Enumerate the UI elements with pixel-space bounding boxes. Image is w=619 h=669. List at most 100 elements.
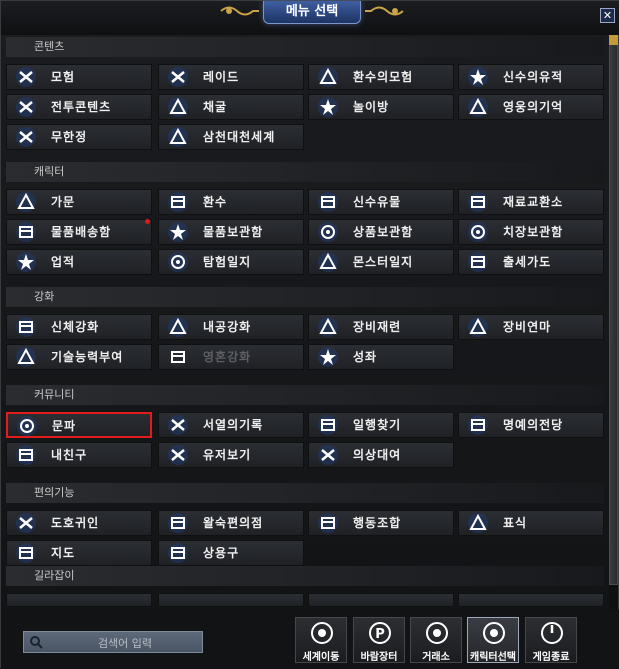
menu-item[interactable]: 표식: [458, 510, 604, 536]
menu-item-partial[interactable]: [6, 593, 152, 607]
menu-item[interactable]: 환수: [158, 189, 304, 215]
scroll-thumb[interactable]: [609, 35, 618, 585]
menu-item-label: 신수의유적: [503, 70, 564, 84]
quick-button-label: 거래소: [422, 652, 450, 663]
menu-item-label: 행동조합: [353, 516, 402, 530]
menu-item[interactable]: 신체강화: [6, 314, 152, 340]
search-input[interactable]: [48, 633, 202, 653]
menu-item[interactable]: 유저보기: [158, 442, 304, 468]
achievement-laurel-icon: [15, 251, 37, 273]
menu-item[interactable]: 명예의전당: [458, 412, 604, 438]
soul-enhance-icon: [167, 346, 189, 368]
menu-item[interactable]: 물품배송함: [6, 219, 152, 245]
guild-icon: [16, 415, 38, 437]
menu-item[interactable]: 무한정: [6, 124, 152, 150]
spirit-adventure-icon: [317, 66, 339, 88]
menu-item-label: 신수유물: [353, 195, 402, 209]
menu-item: 영혼강화: [158, 344, 304, 370]
menu-item-label: 신체강화: [51, 320, 100, 334]
menu-item[interactable]: 가문: [6, 189, 152, 215]
menu-item[interactable]: 상용구: [158, 540, 304, 566]
menu-item[interactable]: 물품보관함: [158, 219, 304, 245]
menu-item-label: 출세가도: [503, 255, 552, 269]
menu-window: 메뉴 선택 ✕ 콘텐츠모험 레이드 환수의모험 신수의유적전투콘텐츠 채굴 놀이방 영웅의기…: [0, 0, 619, 669]
quick-button[interactable]: 캐릭터선택: [467, 617, 519, 663]
spirit-beast-icon: [167, 191, 189, 213]
menu-item[interactable]: 문파: [6, 412, 152, 438]
menu-item[interactable]: 삼천대천세계: [158, 124, 304, 150]
menu-item[interactable]: 환수의모험: [308, 64, 454, 90]
menu-item[interactable]: 기술능력부여: [6, 344, 152, 370]
menu-item[interactable]: 놀이방: [308, 94, 454, 120]
mining-icon: [167, 96, 189, 118]
menu-item[interactable]: 서열의기록: [158, 412, 304, 438]
menu-item[interactable]: 행동조합: [308, 510, 454, 536]
menu-item[interactable]: 출세가도: [458, 249, 604, 275]
menu-item[interactable]: 내공강화: [158, 314, 304, 340]
menu-item-label: 지도: [51, 546, 76, 560]
menu-item-label: 표식: [503, 516, 528, 530]
dohogwiin-icon: [15, 512, 37, 534]
menu-item-label: 모험: [51, 70, 76, 84]
section-header: 콘텐츠: [6, 37, 604, 57]
menu-item[interactable]: 내친구: [6, 442, 152, 468]
scrollbar[interactable]: [609, 35, 618, 609]
menu-item-partial[interactable]: [158, 593, 304, 607]
menu-item[interactable]: 장비연마: [458, 314, 604, 340]
menu-item[interactable]: 도호귀인: [6, 510, 152, 536]
menu-item[interactable]: 일행찾기: [308, 412, 454, 438]
close-button[interactable]: ✕: [600, 8, 615, 23]
menu-item-label: 환수의모험: [353, 70, 414, 84]
menu-item[interactable]: 업적: [6, 249, 152, 275]
menu-item[interactable]: 장비재련: [308, 314, 454, 340]
quick-button[interactable]: 세계이동: [295, 617, 347, 663]
section-header: 캐릭터: [6, 162, 604, 182]
menu-item[interactable]: 의상대여: [308, 442, 454, 468]
user-view-icon: [167, 444, 189, 466]
menu-item-label: 장비재련: [353, 320, 402, 334]
menu-item-label: 장비연마: [503, 320, 552, 334]
marker-icon: [467, 512, 489, 534]
equipment-polish-icon: [467, 316, 489, 338]
menu-item[interactable]: 치장보관함: [458, 219, 604, 245]
menu-item-label: 유저보기: [203, 448, 252, 462]
menu-item[interactable]: 탐험일지: [158, 249, 304, 275]
quick-button-label: 바람장터: [360, 652, 398, 663]
menu-item[interactable]: 전투콘텐츠: [6, 94, 152, 120]
quick-button-label: 게임종료: [532, 652, 570, 663]
menu-item[interactable]: 레이드: [158, 64, 304, 90]
title-ornament-right: [365, 6, 404, 16]
menu-item-partial[interactable]: [458, 593, 604, 607]
market-p-icon: P: [367, 620, 393, 646]
menu-item[interactable]: 왈숙편의점: [158, 510, 304, 536]
menu-item-label: 환수: [203, 195, 228, 209]
scroll-up-arrow[interactable]: [609, 35, 618, 45]
menu-item-label: 기술능력부여: [51, 350, 124, 364]
menu-item-label: 물품보관함: [203, 225, 264, 239]
menu-item-label: 내친구: [51, 448, 88, 462]
quick-button-label: 캐릭터선택: [470, 652, 516, 663]
globe-icon: [309, 620, 335, 646]
quick-button[interactable]: 게임종료: [525, 617, 577, 663]
map-pin-icon: [15, 542, 37, 564]
menu-item-partial[interactable]: [308, 593, 454, 607]
menu-item[interactable]: 몬스터일지: [308, 249, 454, 275]
title-bar: 메뉴 선택 ✕: [1, 1, 619, 35]
menu-item[interactable]: 채굴: [158, 94, 304, 120]
menu-item[interactable]: 재료교환소: [458, 189, 604, 215]
search-box[interactable]: [23, 631, 203, 653]
menu-item[interactable]: 영웅의기억: [458, 94, 604, 120]
hall-of-fame-icon: [467, 414, 489, 436]
window-title: 메뉴 선택: [263, 1, 361, 24]
quick-button[interactable]: 거래소: [410, 617, 462, 663]
quick-button[interactable]: P 바람장터: [353, 617, 405, 663]
menu-item[interactable]: 신수의유적: [458, 64, 604, 90]
product-storage-icon: [317, 221, 339, 243]
menu-item[interactable]: 상품보관함: [308, 219, 454, 245]
menu-item[interactable]: 신수유물: [308, 189, 454, 215]
menu-item[interactable]: 성좌: [308, 344, 454, 370]
menu-item[interactable]: 지도: [6, 540, 152, 566]
menu-item-label: 채굴: [203, 100, 228, 114]
menu-item-label: 치장보관함: [503, 225, 564, 239]
menu-item[interactable]: 모험: [6, 64, 152, 90]
